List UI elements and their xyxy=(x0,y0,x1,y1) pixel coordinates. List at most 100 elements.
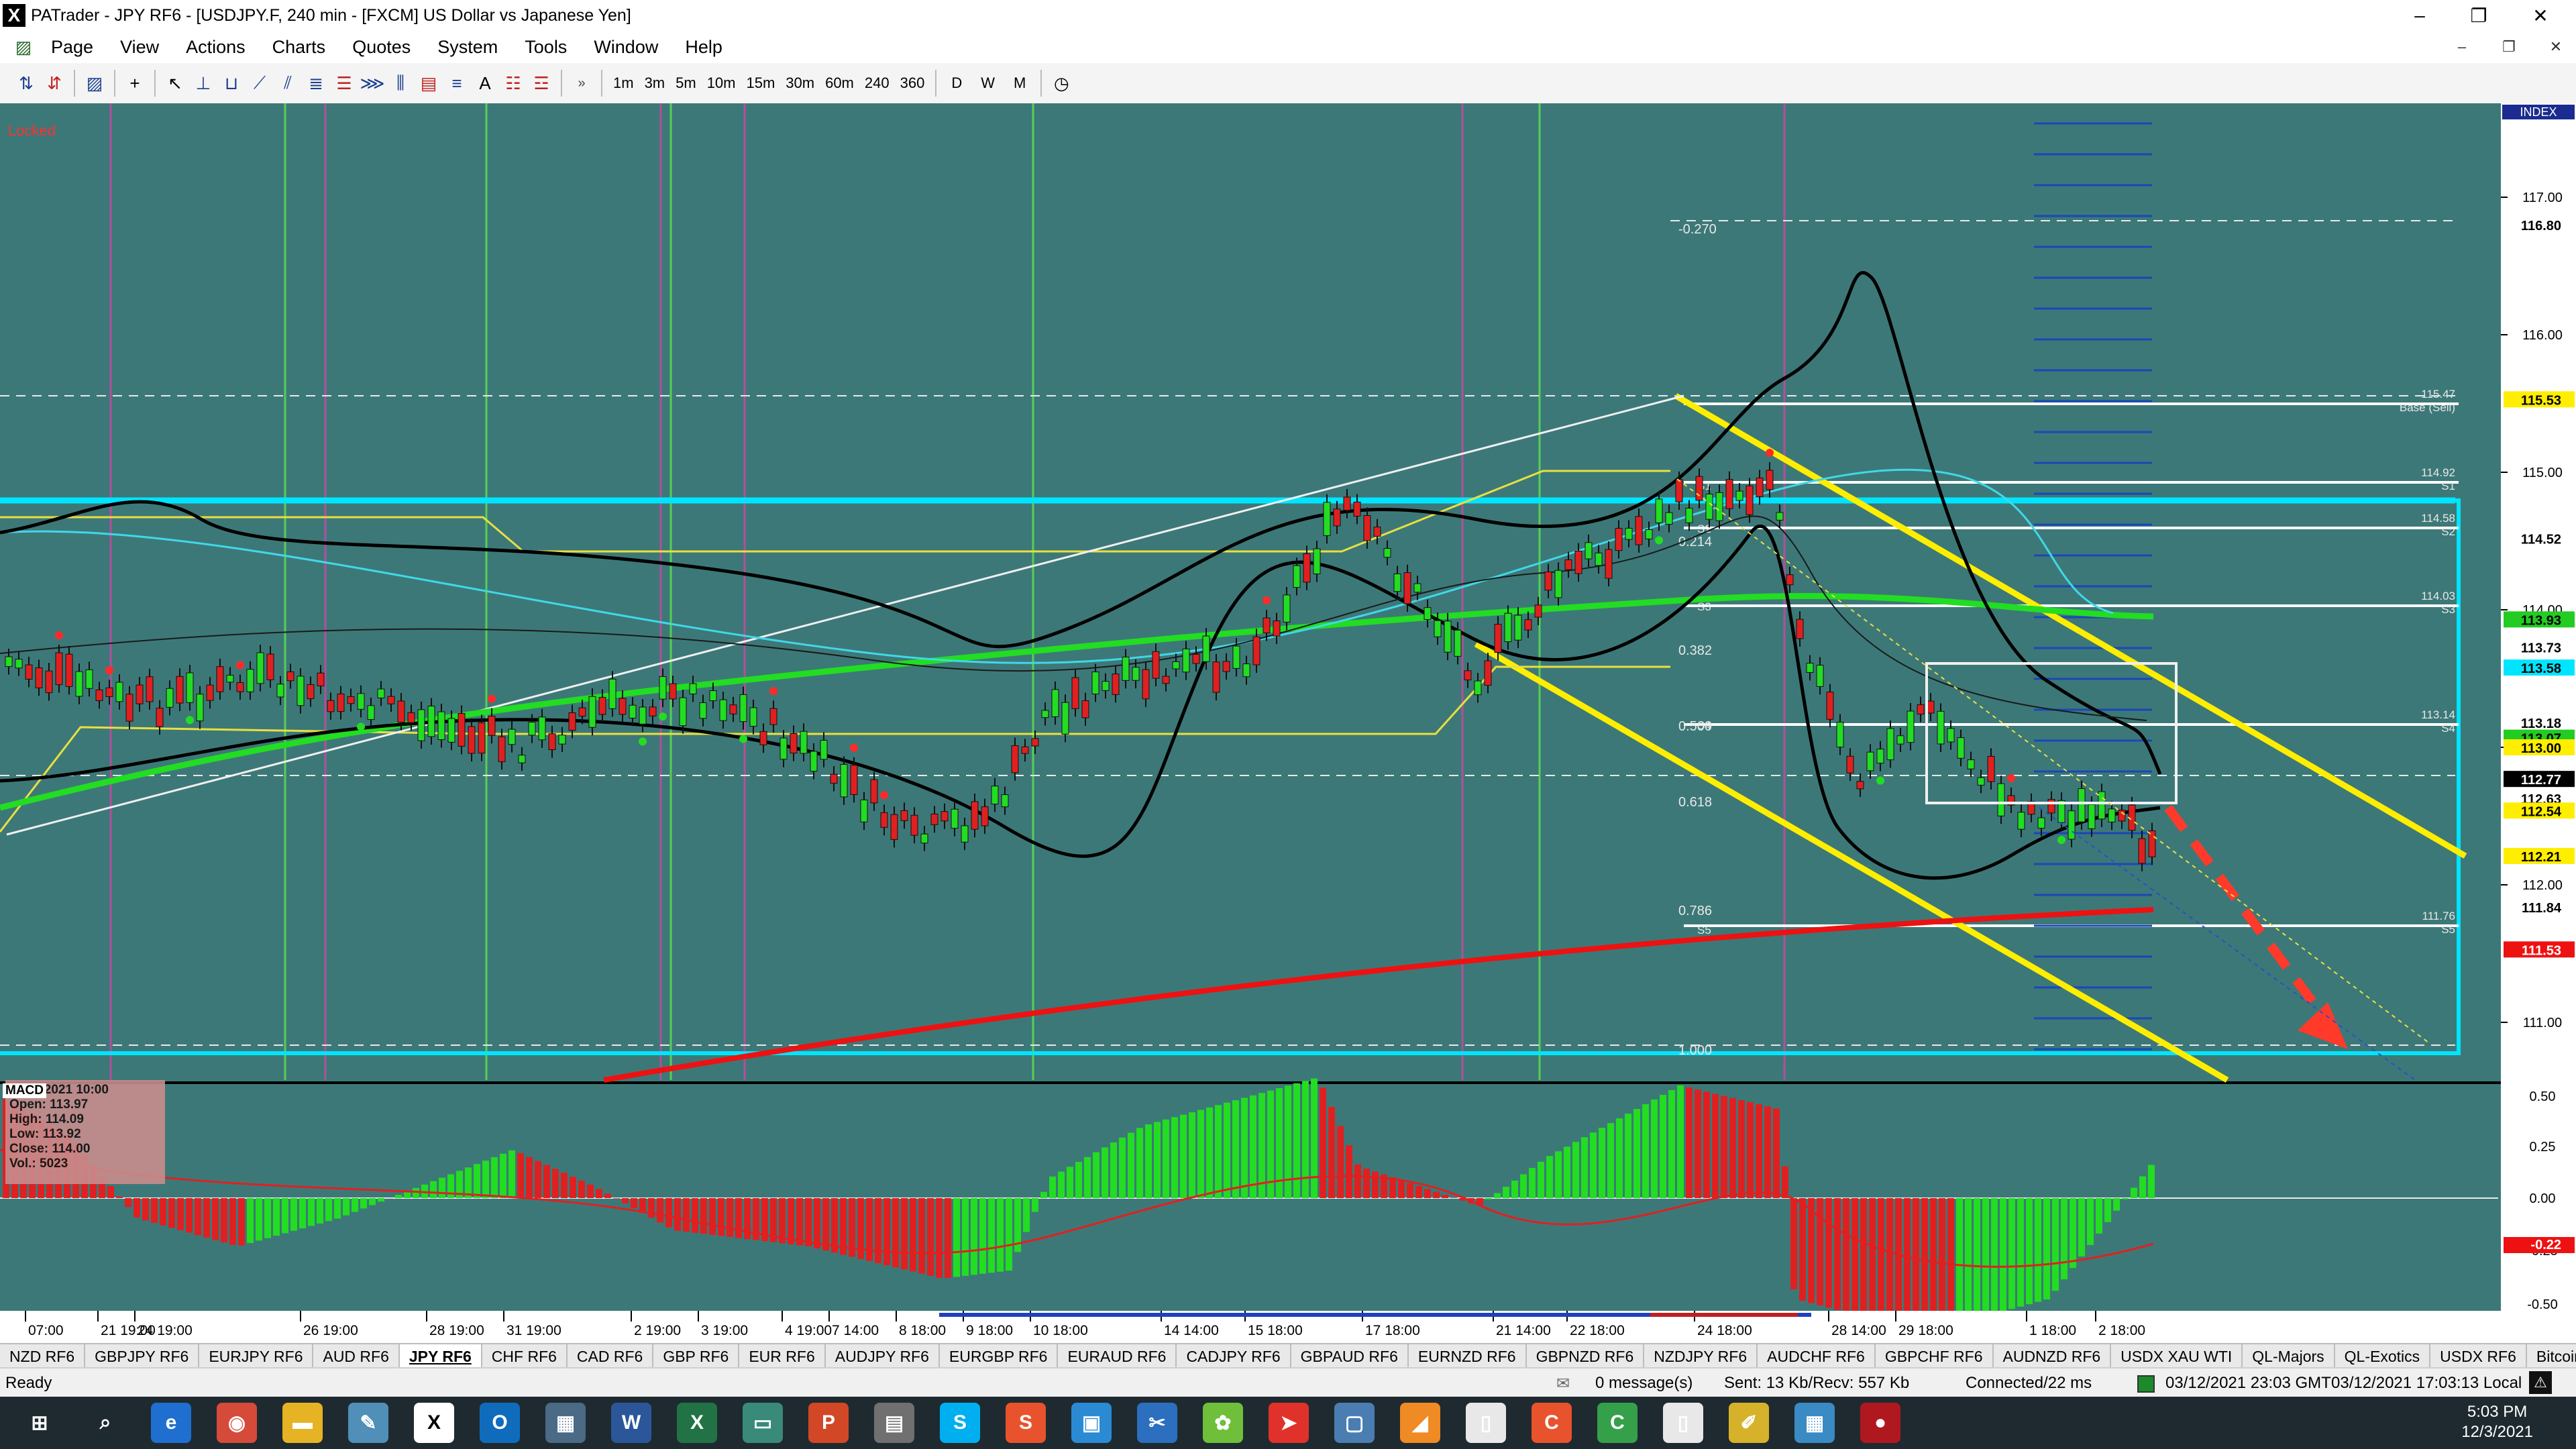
explorer-icon[interactable]: ▬ xyxy=(282,1403,323,1443)
tab-audnzd-rf6[interactable]: AUDNZD RF6 xyxy=(1994,1344,2112,1368)
tab-chf-rf6[interactable]: CHF RF6 xyxy=(482,1344,568,1368)
menu-system[interactable]: System xyxy=(424,37,511,58)
tab-eurjpy-rf6[interactable]: EURJPY RF6 xyxy=(199,1344,314,1368)
tab-gbpjpy-rf6[interactable]: GBPJPY RF6 xyxy=(85,1344,200,1368)
screen-icon[interactable]: ▭ xyxy=(743,1403,783,1443)
tab-euraud-rf6[interactable]: EURAUD RF6 xyxy=(1058,1344,1177,1368)
file-icon[interactable]: ▯ xyxy=(1663,1403,1703,1443)
crosshair-icon[interactable]: + xyxy=(123,72,146,95)
patrader-icon[interactable]: X xyxy=(414,1403,454,1443)
pointer-icon[interactable]: ↖ xyxy=(164,72,186,95)
trend-line-icon[interactable]: ⟋ xyxy=(248,72,271,95)
tab-jpy-rf6[interactable]: JPY RF6 xyxy=(399,1344,482,1368)
price-chart[interactable]: INDEX117.00116.00115.00114.00113.00112.0… xyxy=(0,103,2576,1343)
tab-gbp-rf6[interactable]: GBP RF6 xyxy=(653,1344,740,1368)
cycle-lines-icon[interactable]: ⫼ xyxy=(389,72,412,95)
disk-icon[interactable]: ▤ xyxy=(874,1403,914,1443)
tab-eur-rf6[interactable]: EUR RF6 xyxy=(739,1344,826,1368)
excel-icon[interactable]: X xyxy=(677,1403,717,1443)
rectangle-icon[interactable]: ▤ xyxy=(417,72,440,95)
alert-icon[interactable]: ⚠ xyxy=(2529,1371,2552,1394)
tab-cad-rf6[interactable]: CAD RF6 xyxy=(568,1344,654,1368)
monitor-icon[interactable]: ▢ xyxy=(1334,1403,1375,1443)
period-M[interactable]: M xyxy=(1014,74,1026,92)
calculator-icon[interactable]: ▦ xyxy=(545,1403,586,1443)
bird-icon[interactable]: ➤ xyxy=(1269,1403,1309,1443)
timeframe-240[interactable]: 240 xyxy=(865,74,890,92)
fibonacci-icon[interactable]: ≣ xyxy=(305,72,327,95)
tab-nzdjpy-rf6[interactable]: NZDJPY RF6 xyxy=(1644,1344,1758,1368)
pen-yellow-icon[interactable]: ✐ xyxy=(1729,1403,1769,1443)
minimize-button[interactable]: – xyxy=(2396,0,2443,31)
period-D[interactable]: D xyxy=(951,74,962,92)
chart-canvas[interactable]: INDEX117.00116.00115.00114.00113.00112.0… xyxy=(0,103,2576,1343)
menu-help[interactable]: Help xyxy=(672,37,736,58)
horizontal-line-icon[interactable]: ⊥ xyxy=(192,72,215,95)
period-W[interactable]: W xyxy=(981,74,995,92)
text-tool-icon[interactable]: A xyxy=(474,72,496,95)
timeframe-3m[interactable]: 3m xyxy=(645,74,665,92)
channel-icon[interactable]: ⫽ xyxy=(276,72,299,95)
tab-audchf-rf6[interactable]: AUDCHF RF6 xyxy=(1758,1344,1876,1368)
menu-quotes[interactable]: Quotes xyxy=(339,37,424,58)
tab-gbpchf-rf6[interactable]: GBPCHF RF6 xyxy=(1876,1344,1994,1368)
buy-order-icon[interactable]: ⇅ xyxy=(15,72,38,95)
teams-icon[interactable]: ▦ xyxy=(1794,1403,1835,1443)
s-app-icon[interactable]: S xyxy=(1006,1403,1046,1443)
word-icon[interactable]: W xyxy=(611,1403,651,1443)
mdi-close-button[interactable]: ✕ xyxy=(2536,31,2576,63)
tab-ql-majors[interactable]: QL-Majors xyxy=(2243,1344,2335,1368)
tab-gbpaud-rf6[interactable]: GBPAUD RF6 xyxy=(1291,1344,1409,1368)
pitchfork-icon[interactable]: ≡ xyxy=(445,72,468,95)
leaf-icon[interactable]: ✿ xyxy=(1203,1403,1243,1443)
taskbar-clock[interactable]: 5:03 PM 12/3/2021 xyxy=(2461,1402,2533,1442)
timeframe-60m[interactable]: 60m xyxy=(825,74,854,92)
remote-icon[interactable]: ▣ xyxy=(1071,1403,1112,1443)
mdi-restore-button[interactable]: ❐ xyxy=(2489,31,2529,63)
tab-eurgbp-rf6[interactable]: EURGBP RF6 xyxy=(940,1344,1059,1368)
maximize-button[interactable]: ❐ xyxy=(2455,0,2502,31)
tab-eurnzd-rf6[interactable]: EURNZD RF6 xyxy=(1409,1344,1527,1368)
timeframe-15m[interactable]: 15m xyxy=(746,74,775,92)
start-icon[interactable]: ⊞ xyxy=(19,1403,60,1443)
tab-usdx-xau-wti[interactable]: USDX XAU WTI xyxy=(2111,1344,2243,1368)
c-red-icon[interactable]: C xyxy=(1532,1403,1572,1443)
clock-icon[interactable]: ◷ xyxy=(1050,72,1073,95)
edge-icon[interactable]: e xyxy=(151,1403,191,1443)
tab-ql-exotics[interactable]: QL-Exotics xyxy=(2335,1344,2431,1368)
tab-nzd-rf6[interactable]: NZD RF6 xyxy=(0,1344,86,1368)
doc-icon[interactable]: ▯ xyxy=(1466,1403,1506,1443)
timeframe-5m[interactable]: 5m xyxy=(676,74,696,92)
gann-fan-icon[interactable]: ⋙ xyxy=(360,72,385,95)
timeframe-30m[interactable]: 30m xyxy=(786,74,814,92)
message-icon[interactable]: ✉ xyxy=(1556,1374,1570,1393)
menu-charts[interactable]: Charts xyxy=(259,37,339,58)
chrome-icon[interactable]: ◉ xyxy=(217,1403,257,1443)
sell-order-icon[interactable]: ⇵ xyxy=(43,72,66,95)
close-button[interactable]: ✕ xyxy=(2517,0,2564,31)
mdi-minimize-button[interactable]: – xyxy=(2442,31,2482,63)
pen-icon[interactable]: ✎ xyxy=(348,1403,388,1443)
snip-icon[interactable]: ✂ xyxy=(1137,1403,1177,1443)
chart-type-icon[interactable]: ▨ xyxy=(83,72,106,95)
level-list-icon[interactable]: ☷ xyxy=(502,72,525,95)
tab-bitcoin[interactable]: Bitcoin xyxy=(2527,1344,2576,1368)
powerpoint-icon[interactable]: P xyxy=(808,1403,849,1443)
menu-window[interactable]: Window xyxy=(580,37,672,58)
menu-page[interactable]: Page xyxy=(38,37,107,58)
tab-cadjpy-rf6[interactable]: CADJPY RF6 xyxy=(1177,1344,1291,1368)
tab-audjpy-rf6[interactable]: AUDJPY RF6 xyxy=(826,1344,940,1368)
tab-usdx-rf6[interactable]: USDX RF6 xyxy=(2430,1344,2527,1368)
timeframe-360[interactable]: 360 xyxy=(900,74,925,92)
menu-actions[interactable]: Actions xyxy=(172,37,259,58)
menu-view[interactable]: View xyxy=(107,37,172,58)
menu-tools[interactable]: Tools xyxy=(511,37,580,58)
tab-gbpnzd-rf6[interactable]: GBPNZD RF6 xyxy=(1527,1344,1645,1368)
outlook-icon[interactable]: O xyxy=(480,1403,520,1443)
search-icon[interactable]: ⌕ xyxy=(85,1403,125,1443)
fib-extension-icon[interactable]: ☰ xyxy=(333,72,356,95)
tab-aud-rf6[interactable]: AUD RF6 xyxy=(313,1344,400,1368)
toolbar-overflow-icon[interactable]: » xyxy=(570,72,593,95)
vertical-line-icon[interactable]: ⊔ xyxy=(220,72,243,95)
timeframe-10m[interactable]: 10m xyxy=(707,74,736,92)
